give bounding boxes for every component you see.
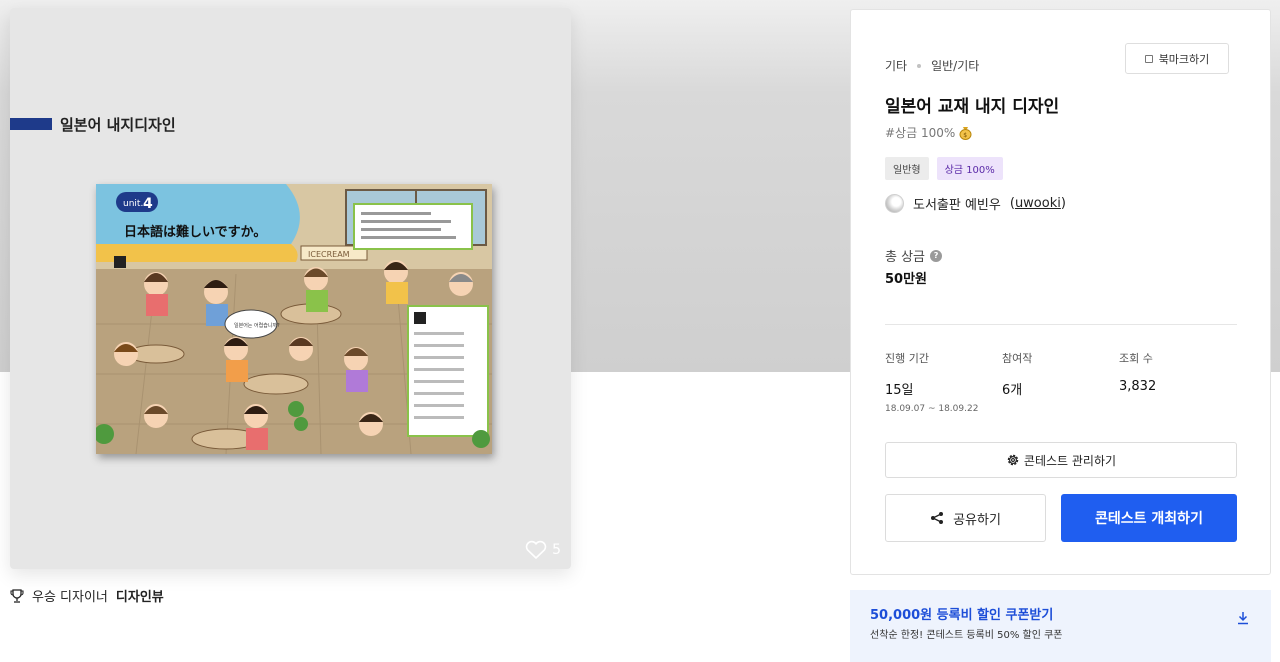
like-count: 5 bbox=[552, 541, 561, 558]
contest-info-panel: 기타 일반/기타 북마크하기 일본어 교재 내지 디자인 #상금 100% $ … bbox=[850, 9, 1271, 575]
signboard-text: ICECREAM bbox=[308, 250, 350, 259]
download-icon[interactable] bbox=[1236, 611, 1250, 625]
coupon-subtitle: 선착순 한정! 콘테스트 등록비 50% 할인 쿠폰 bbox=[870, 630, 1063, 641]
stat-entries: 참여작 6개 bbox=[1002, 350, 1032, 398]
owner-name: 도서출판 예빈우 bbox=[913, 198, 1001, 213]
views-label: 조회 수 bbox=[1119, 352, 1153, 365]
stat-views: 조회 수 3,832 bbox=[1119, 350, 1156, 394]
breadcrumb-separator bbox=[917, 63, 922, 68]
unit-number: 4 bbox=[143, 196, 153, 212]
textbook-spread-illustration: unit. 4 日本語は難しいですか。 ICECREAM 일본어는 어렵습니까? bbox=[96, 184, 492, 454]
badge-prize: 상금 100% bbox=[936, 157, 1003, 180]
prize-hashtag: #상금 100% $ bbox=[885, 124, 972, 141]
bookmark-checkbox-icon bbox=[1144, 54, 1153, 63]
help-icon[interactable]: ? bbox=[930, 249, 943, 262]
coupon-banner[interactable]: 50,000원 등록비 할인 쿠폰받기 선착순 한정! 콘테스트 등록비 50%… bbox=[850, 590, 1271, 662]
like-button[interactable]: 5 bbox=[525, 540, 561, 559]
winner-designer-link[interactable]: 디자인뷰 bbox=[116, 586, 164, 605]
total-prize-label-text: 총 상금 bbox=[885, 250, 926, 265]
period-label: 진행 기간 bbox=[885, 352, 929, 365]
bookmark-button[interactable]: 북마크하기 bbox=[1125, 43, 1229, 74]
views-value: 3,832 bbox=[1119, 379, 1157, 394]
share-icon bbox=[931, 512, 944, 524]
badge-contest-type: 일반형 bbox=[885, 157, 929, 180]
winner-prefix: 우승 디자이너 bbox=[32, 590, 108, 605]
breadcrumb-category[interactable]: 기타 bbox=[885, 57, 907, 74]
contest-owner: 도서출판 예빈우 (uwooki) bbox=[885, 194, 1066, 213]
winner-info: 우승 디자이너 디자인뷰 bbox=[10, 586, 164, 605]
entries-label: 참여작 bbox=[1002, 352, 1033, 365]
bookmark-label: 북마크하기 bbox=[1158, 52, 1210, 66]
artwork-card[interactable]: 일본어 내지디자인 unit. 4 日本語は難しいですか。 ICECREAM 일… bbox=[10, 8, 571, 569]
trophy-icon bbox=[10, 588, 24, 603]
total-prize-value: 50만원 bbox=[885, 272, 928, 287]
svg-text:$: $ bbox=[963, 132, 967, 139]
divider bbox=[885, 324, 1237, 325]
unit-label: unit. bbox=[123, 199, 143, 209]
avatar bbox=[885, 194, 904, 213]
artwork-image[interactable]: unit. 4 日本語は難しいですか。 ICECREAM 일본어는 어렵습니까? bbox=[96, 184, 492, 454]
manage-contest-label: 콘테스트 관리하기 bbox=[1023, 453, 1117, 468]
lesson-heading: 日本語は難しいですか。 bbox=[124, 224, 266, 240]
contest-title: 일본어 교재 내지 디자인 bbox=[885, 97, 1060, 117]
total-prize-label: 총 상금 ? bbox=[885, 246, 943, 265]
entries-value: 6개 bbox=[1002, 383, 1023, 398]
manage-contest-button[interactable]: 콘테스트 관리하기 bbox=[885, 442, 1237, 478]
period-range: 18.09.07 ~ 18.09.22 bbox=[885, 404, 979, 414]
money-bag-icon: $ bbox=[959, 127, 972, 140]
share-button[interactable]: 공유하기 bbox=[885, 494, 1046, 542]
period-value: 15일 bbox=[885, 383, 914, 398]
share-label: 공유하기 bbox=[953, 512, 1001, 528]
breadcrumb: 기타 일반/기타 bbox=[885, 57, 979, 74]
stat-period: 진행 기간 15일 18.09.07 ~ 18.09.22 bbox=[885, 350, 978, 414]
badge-row: 일반형 상금 100% bbox=[885, 157, 1003, 180]
heart-icon bbox=[525, 540, 547, 559]
speech-bubble-text: 일본어는 어렵습니까? bbox=[234, 322, 280, 329]
breadcrumb-subcategory[interactable]: 일반/기타 bbox=[931, 57, 979, 74]
gear-icon bbox=[1007, 454, 1019, 466]
title-accent-bar bbox=[10, 118, 52, 130]
artwork-title: 일본어 내지디자인 bbox=[60, 116, 176, 134]
prize-hashtag-text: #상금 100% bbox=[885, 126, 956, 140]
owner-id-link[interactable]: uwooki bbox=[1015, 196, 1061, 211]
coupon-title: 50,000원 등록비 할인 쿠폰받기 bbox=[870, 608, 1054, 623]
host-contest-button[interactable]: 콘테스트 개최하기 bbox=[1061, 494, 1237, 542]
